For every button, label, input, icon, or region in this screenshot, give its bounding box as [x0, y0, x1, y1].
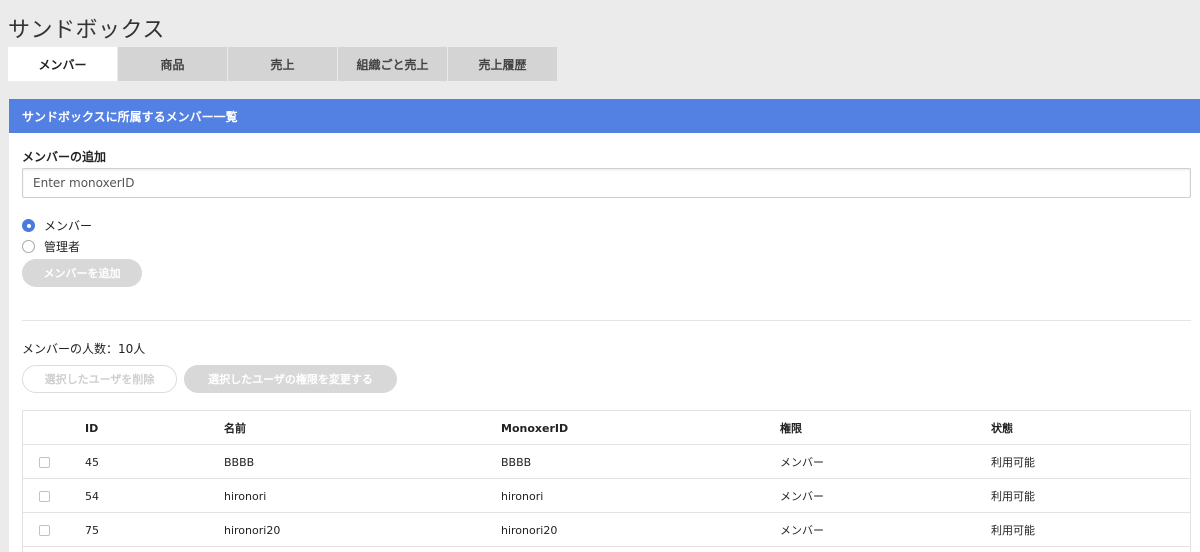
row-checkbox-cell [39, 479, 50, 513]
radio-member[interactable] [22, 219, 35, 232]
cell-name: BBBB [224, 455, 255, 469]
cell-status: 利用可能 [991, 524, 1035, 537]
cell-status: 利用可能 [991, 490, 1035, 503]
role-option-admin-label: 管理者 [44, 240, 81, 254]
panel-header: サンドボックスに所属するメンバー一覧 [9, 99, 1200, 133]
table-row: 54 hironori hironori メンバー 利用可能 [23, 479, 1190, 513]
column-header-name: 名前 [224, 422, 246, 435]
column-header-status: 状態 [991, 422, 1013, 435]
table-row-partial [23, 547, 1190, 552]
cell-monoxer-id: hironori20 [501, 523, 558, 537]
column-header-monoxer-id: MonoxerID [501, 421, 569, 435]
cell-monoxer-id: hironori [501, 489, 544, 503]
column-header-role: 権限 [780, 422, 802, 435]
member-list-panel: サンドボックスに所属するメンバー一覧 メンバーの追加 メンバー 管理者 メンバー… [9, 99, 1200, 552]
row-checkbox-cell [39, 513, 50, 547]
add-member-button[interactable]: メンバーを追加 [22, 259, 142, 287]
table-header-row: ID 名前 MonoxerID 権限 状態 [23, 411, 1190, 445]
tab-sales-by-organization[interactable]: 組織ごと売上 [338, 47, 447, 81]
tab-members[interactable]: メンバー [8, 47, 117, 81]
row-checkbox[interactable] [39, 524, 50, 536]
row-checkbox[interactable] [39, 490, 50, 502]
cell-status: 利用可能 [991, 456, 1035, 469]
role-option-member-label: メンバー [44, 219, 93, 233]
cell-role: メンバー [780, 490, 824, 503]
row-checkbox-cell [39, 445, 50, 479]
table-row: 45 BBBB BBBB メンバー 利用可能 [23, 445, 1190, 479]
role-option-admin[interactable]: 管理者 [22, 238, 80, 255]
tab-products[interactable]: 商品 [118, 47, 227, 81]
delete-selected-users-button[interactable]: 選択したユーザを削除 [22, 365, 177, 393]
member-count: メンバーの人数：10人 [22, 342, 146, 356]
page-title: サンドボックス [8, 18, 165, 43]
cell-name: hironori [224, 489, 267, 503]
tab-sales-history[interactable]: 売上履歴 [448, 47, 557, 81]
cell-monoxer-id: BBBB [501, 455, 532, 469]
radio-admin[interactable] [22, 240, 35, 253]
cell-name: hironori20 [224, 523, 281, 537]
cell-role: メンバー [780, 524, 824, 537]
add-member-label: メンバーの追加 [22, 150, 107, 164]
members-table: ID 名前 MonoxerID 権限 状態 45 BBBB BBBB メンバー … [22, 410, 1191, 552]
row-checkbox[interactable] [39, 456, 50, 468]
section-divider [22, 320, 1191, 321]
monoxer-id-input[interactable] [22, 168, 1191, 198]
cell-id: 45 [85, 455, 99, 469]
role-option-member[interactable]: メンバー [22, 217, 92, 234]
tab-bar: メンバー 商品 売上 組織ごと売上 売上履歴 [8, 47, 557, 81]
tab-sales[interactable]: 売上 [228, 47, 337, 81]
column-header-id: ID [85, 421, 99, 435]
table-row: 75 hironori20 hironori20 メンバー 利用可能 [23, 513, 1190, 547]
cell-id: 75 [85, 523, 99, 537]
cell-id: 54 [85, 489, 99, 503]
change-role-button[interactable]: 選択したユーザの権限を変更する [184, 365, 397, 393]
cell-role: メンバー [780, 456, 824, 469]
